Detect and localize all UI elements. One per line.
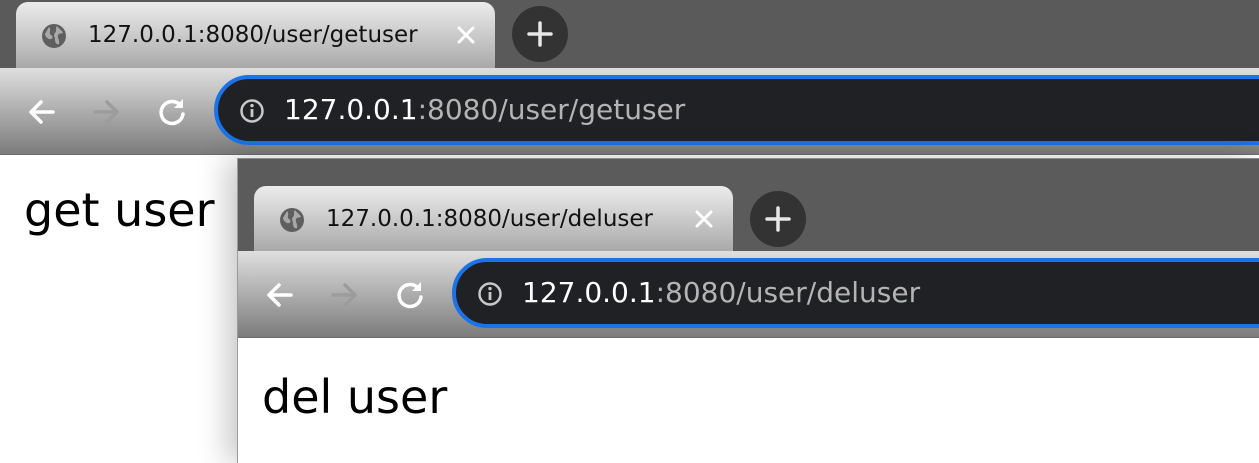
arrow-forward-icon[interactable]	[322, 273, 366, 317]
close-icon[interactable]	[450, 19, 482, 51]
address-bar[interactable]: 127.0.0.1:8080/user/deluser	[452, 258, 1259, 328]
info-icon[interactable]	[238, 97, 266, 125]
tab-strip: 127.0.0.1:8080/user/deluser	[238, 159, 1259, 251]
new-tab-button[interactable]	[512, 6, 568, 62]
url-text: 127.0.0.1:8080/user/deluser	[522, 275, 920, 311]
reload-icon[interactable]	[388, 273, 432, 317]
toolbar: 127.0.0.1:8080/user/deluser	[238, 251, 1259, 338]
reload-icon[interactable]	[150, 90, 194, 134]
plus-icon	[765, 206, 791, 232]
new-tab-button[interactable]	[750, 191, 806, 247]
plus-icon	[527, 21, 553, 47]
url-host: 127.0.0.1	[522, 276, 656, 309]
browser-window-deluser: 127.0.0.1:8080/user/deluser 127.0.0.1:80…	[237, 158, 1259, 463]
tab-title: 127.0.0.1:8080/user/deluser	[326, 206, 653, 232]
url-path: :8080/user/deluser	[655, 276, 921, 309]
page-content-text: get user	[24, 183, 215, 237]
tab-strip: 127.0.0.1:8080/user/getuser	[0, 0, 1259, 68]
arrow-forward-icon[interactable]	[84, 90, 128, 134]
tab-deluser[interactable]: 127.0.0.1:8080/user/deluser	[254, 186, 733, 251]
address-bar[interactable]: 127.0.0.1:8080/user/getuser	[214, 75, 1259, 145]
tab-getuser[interactable]: 127.0.0.1:8080/user/getuser	[16, 2, 495, 68]
info-icon[interactable]	[476, 280, 504, 308]
tab-title: 127.0.0.1:8080/user/getuser	[88, 22, 418, 48]
globe-icon	[280, 208, 304, 232]
globe-icon	[42, 24, 66, 48]
arrow-back-icon[interactable]	[20, 90, 64, 134]
arrow-back-icon[interactable]	[258, 273, 302, 317]
url-text: 127.0.0.1:8080/user/getuser	[284, 92, 685, 128]
close-icon[interactable]	[688, 203, 720, 235]
url-path: :8080/user/getuser	[417, 93, 686, 126]
url-host: 127.0.0.1	[284, 93, 418, 126]
toolbar: 127.0.0.1:8080/user/getuser	[0, 68, 1259, 155]
page-content-text: del user	[262, 370, 448, 424]
